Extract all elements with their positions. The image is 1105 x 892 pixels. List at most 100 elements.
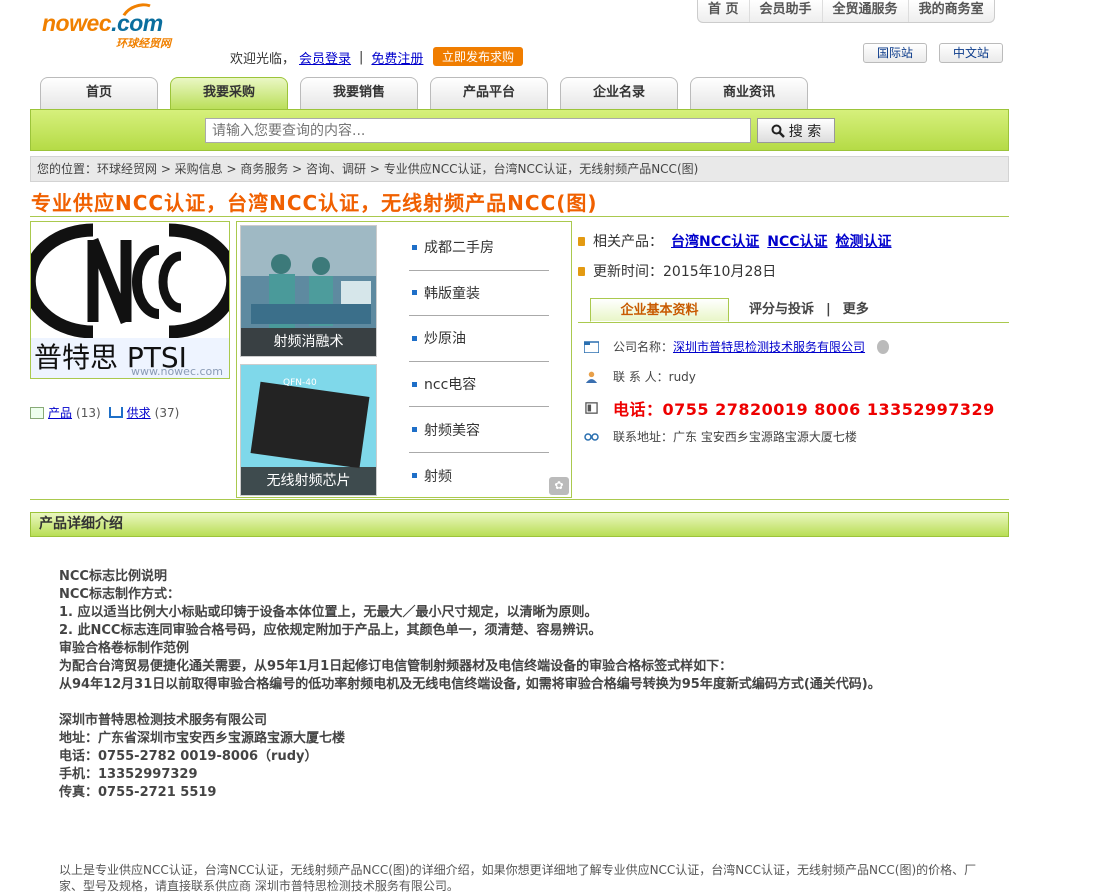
related-link-taiwan-ncc[interactable]: 台湾NCC认证	[671, 231, 759, 251]
search-button[interactable]: 搜 索	[757, 118, 835, 143]
tab-news[interactable]: 商业资讯	[690, 77, 808, 109]
thumb-caption: 无线射频芯片	[241, 467, 376, 495]
page-title: 专业供应NCC认证，台湾NCC认证，无线射频产品NCC(图)	[31, 191, 598, 215]
detail-line: 2. 此NCC标志连同审验合格号码，应依规定附加于产品上，其颜色单一，须清楚、容…	[59, 623, 602, 638]
topnav-my-office[interactable]: 我的商务室	[909, 0, 994, 22]
list-item-label: ncc电容	[424, 377, 477, 394]
chip-label: QFN-40	[283, 378, 317, 388]
address-label: 联系地址：	[613, 430, 674, 444]
tab-products[interactable]: 产品平台	[430, 77, 548, 109]
bullet-icon	[412, 427, 417, 433]
detail-line: NCC标志比例说明	[59, 569, 167, 584]
bullet-icon	[578, 236, 585, 246]
contact-row: 联 系 人：rudy	[584, 368, 696, 385]
list-item[interactable]: 成都二手房	[409, 225, 549, 271]
tab-sell[interactable]: 我要销售	[300, 77, 418, 109]
list-item-label: 射频	[424, 468, 452, 485]
welcome-separator: |	[359, 50, 364, 65]
search-input[interactable]	[205, 118, 751, 143]
paw-icon[interactable]: ✿	[549, 477, 569, 495]
list-item[interactable]: 射频	[409, 453, 549, 499]
product-stats: 产品 (13) 供求 (37)	[30, 404, 179, 421]
tab-more[interactable]: 更多	[833, 298, 879, 322]
tab-company-basic[interactable]: 企业基本资料	[590, 298, 729, 322]
purchase-link[interactable]: 供求	[127, 404, 151, 421]
address-value: 广东 宝安西乡宝源路宝源大厦七楼	[673, 430, 857, 444]
section-divider	[30, 499, 1009, 500]
main-tabs: 首页 我要采购 我要销售 产品平台 企业名录 商业资讯	[40, 77, 808, 110]
topnav-member-assistant[interactable]: 会员助手	[750, 0, 823, 22]
list-item[interactable]: ncc电容	[409, 362, 549, 408]
contact-label: 联 系 人：	[613, 370, 669, 384]
folder-icon	[584, 340, 599, 353]
products-count: (13)	[76, 405, 101, 420]
phone-icon	[585, 402, 598, 414]
list-item-label: 射频美容	[424, 422, 480, 439]
detail-line: 审验合格卷标制作范例	[59, 641, 190, 656]
detail-line: NCC标志制作方式：	[59, 587, 180, 602]
badge-icon	[877, 339, 890, 354]
phone-number: 电话：0755 27820019 8006 13352997329	[613, 400, 995, 419]
search-icon	[771, 124, 785, 138]
search-bar: 搜 索	[30, 109, 1009, 151]
bullet-icon	[412, 381, 417, 387]
international-site-button[interactable]: 国际站	[863, 43, 927, 63]
register-link[interactable]: 免费注册	[371, 48, 423, 67]
thumb-rf-chip[interactable]: QFN-40 无线射频芯片	[240, 364, 377, 496]
footer-note: 以上是专业供应NCC认证，台湾NCC认证，无线射频产品NCC(图)的详细介绍，如…	[59, 863, 977, 892]
address-row: 联系地址：广东 宝安西乡宝源路宝源大厦七楼	[584, 428, 857, 445]
title-divider	[30, 216, 1009, 217]
company-tabs: 企业基本资料 评分与投诉 | 更多	[578, 298, 1009, 323]
topnav-home[interactable]: 首 页	[698, 0, 750, 22]
list-item-label: 成都二手房	[424, 240, 494, 257]
update-label: 更新时间：	[593, 264, 663, 280]
list-item[interactable]: 炒原油	[409, 316, 549, 362]
bullet-icon	[412, 244, 417, 250]
list-item-label: 炒原油	[424, 331, 466, 348]
company-name-link[interactable]: 深圳市普特思检测技术服务有限公司	[673, 340, 865, 354]
bullet-icon	[412, 335, 417, 341]
recommend-box: 射频消融术 QFN-40 无线射频芯片 成都二手房 韩版童装 炒原油 ncc电容…	[236, 221, 572, 498]
chinese-site-button[interactable]: 中文站	[939, 43, 1003, 63]
recommend-list: 成都二手房 韩版童装 炒原油 ncc电容 射频美容 射频	[409, 225, 549, 499]
breadcrumb: 您的位置：环球经贸网 > 采购信息 > 商务服务 > 咨询、调研 > 专业供应N…	[30, 156, 1009, 182]
thumb-rf-ablation[interactable]: 射频消融术	[240, 225, 377, 357]
login-link[interactable]: 会员登录	[299, 48, 351, 67]
update-value: 2015年10月28日	[663, 264, 777, 280]
welcome-bar: 欢迎光临， 会员登录 | 免费注册	[230, 48, 423, 67]
tab-home[interactable]: 首页	[40, 77, 158, 109]
contact-line: 地址：广东省深圳市宝安西乡宝源路宝源大厦七楼	[59, 731, 346, 746]
product-icon	[30, 406, 44, 419]
detail-line: 1. 应以适当比例大小标贴或印铸于设备本体位置上，无最大／最小尺寸规定，以清晰为…	[59, 605, 598, 620]
topnav-trade-service[interactable]: 全贸通服务	[823, 0, 909, 22]
products-link[interactable]: 产品	[48, 404, 72, 421]
related-link-testing[interactable]: 检测认证	[836, 231, 892, 251]
tab-directory[interactable]: 企业名录	[560, 77, 678, 109]
contact-line: 电话：0755-2782 0019-8006（rudy）	[59, 749, 318, 764]
publish-purchase-button[interactable]: 立即发布求购	[433, 47, 524, 66]
product-image[interactable]: www.nowec.com 普特思 PTSI www.nowec.com	[30, 221, 230, 379]
tab-buy[interactable]: 我要采购	[170, 77, 288, 110]
site-logo[interactable]: nowec.com 环球经贸网	[40, 0, 190, 52]
related-label: 相关产品：	[593, 234, 663, 250]
detail-line: 从94年12月31日以前取得审验合格编号的低功率射频电机及无线电信终端设备, 如…	[59, 677, 881, 692]
bullet-icon	[578, 266, 585, 276]
company-name-row: 公司名称：深圳市普特思检测技术服务有限公司	[584, 338, 890, 355]
related-link-ncc[interactable]: NCC认证	[767, 231, 827, 251]
logo-subtitle: 环球经贸网	[116, 38, 171, 50]
contact-line: 深圳市普特思检测技术服务有限公司	[59, 713, 268, 728]
contact-line: 手机：13352997329	[59, 767, 198, 782]
update-time: 更新时间： 2015年10月28日	[578, 261, 776, 281]
thumb-caption: 射频消融术	[241, 328, 376, 356]
list-item-label: 韩版童装	[424, 285, 480, 302]
cart-icon	[108, 407, 123, 418]
watermark: www.nowec.com	[131, 365, 223, 378]
tab-reviews[interactable]: 评分与投诉	[739, 298, 824, 322]
list-item[interactable]: 射频美容	[409, 407, 549, 453]
related-products: 相关产品： 台湾NCC认证 NCC认证 检测认证	[578, 231, 892, 251]
search-button-label: 搜 索	[788, 123, 822, 140]
list-item[interactable]: 韩版童装	[409, 271, 549, 317]
tab-separator: |	[826, 302, 831, 317]
detail-heading: 产品详细介绍	[30, 512, 1009, 537]
